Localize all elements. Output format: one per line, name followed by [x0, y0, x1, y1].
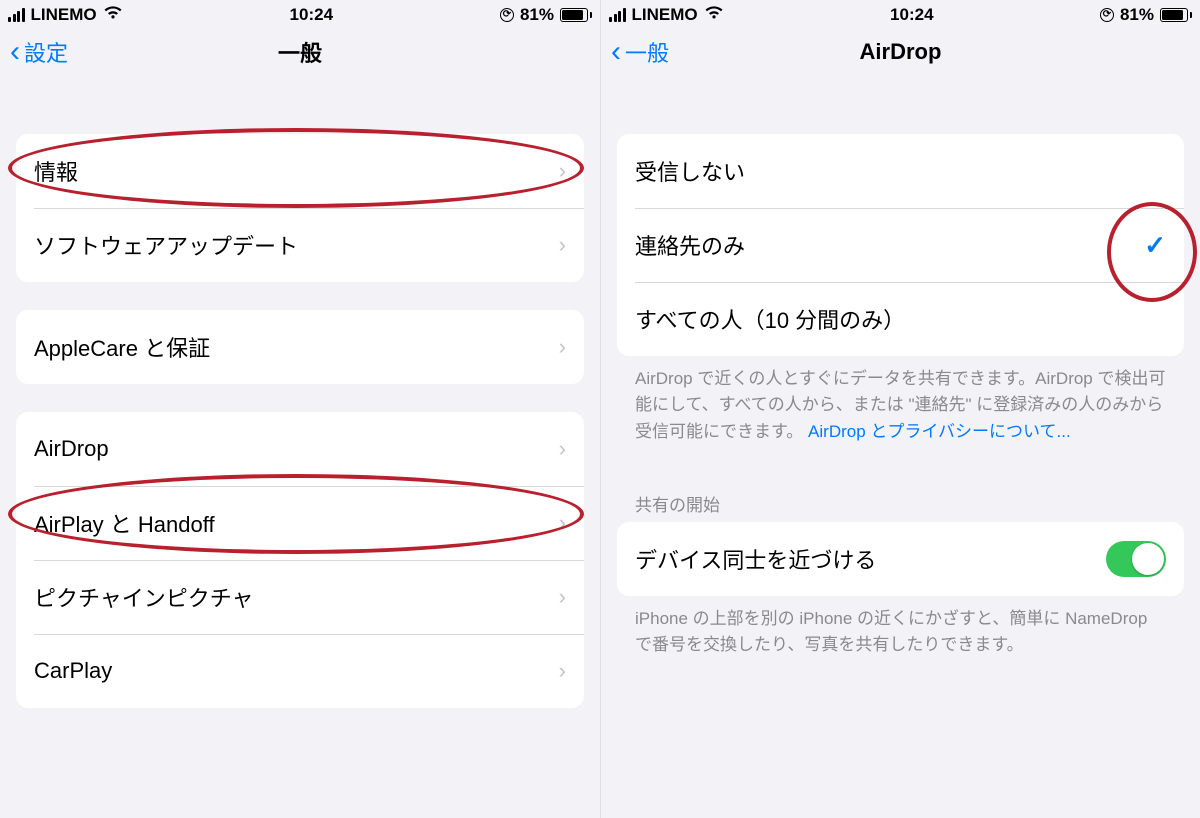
option-contacts-only[interactable]: 連絡先のみ ✓: [617, 208, 1184, 282]
option-label: 連絡先のみ: [635, 229, 1144, 261]
row-about[interactable]: 情報 ›: [16, 134, 584, 208]
cellular-signal-icon: [609, 8, 626, 22]
group-about: 情報 › ソフトウェアアップデート ›: [16, 134, 584, 282]
airdrop-privacy-link[interactable]: AirDrop とプライバシーについて...: [808, 422, 1071, 441]
row-software-update[interactable]: ソフトウェアアップデート ›: [16, 208, 584, 282]
battery-icon: [560, 8, 592, 22]
namedrop-footer: iPhone の上部を別の iPhone の近くにかざすと、簡単に NameDr…: [635, 606, 1166, 659]
row-label: CarPlay: [34, 658, 559, 684]
orientation-lock-icon: ⟳: [1100, 8, 1114, 22]
chevron-right-icon: ›: [559, 658, 566, 684]
pane-airdrop: LINEMO 10:24 ⟳ 81% ‹ 一般 AirDrop: [600, 0, 1200, 818]
carrier-label: LINEMO: [632, 5, 698, 25]
status-bar: LINEMO 10:24 ⟳ 81%: [601, 0, 1200, 28]
battery-percent: 81%: [1120, 5, 1154, 25]
row-bring-devices-together[interactable]: デバイス同士を近づける: [617, 522, 1184, 596]
wifi-icon: [704, 5, 724, 25]
chevron-right-icon: ›: [559, 158, 566, 184]
row-label: ソフトウェアアップデート: [34, 229, 559, 261]
back-button[interactable]: ‹ 設定: [10, 36, 68, 68]
orientation-lock-icon: ⟳: [500, 8, 514, 22]
chevron-right-icon: ›: [559, 436, 566, 462]
option-everyone[interactable]: すべての人（10 分間のみ）: [617, 282, 1184, 356]
row-picture-in-picture[interactable]: ピクチャインピクチャ ›: [16, 560, 584, 634]
row-applecare[interactable]: AppleCare と保証 ›: [16, 310, 584, 384]
row-airplay-handoff[interactable]: AirPlay と Handoff ›: [16, 486, 584, 560]
wifi-icon: [103, 5, 123, 25]
group-airdrop-options: 受信しない 連絡先のみ ✓ すべての人（10 分間のみ）: [617, 134, 1184, 356]
carrier-label: LINEMO: [31, 5, 97, 25]
row-label: デバイス同士を近づける: [635, 543, 1106, 575]
chevron-left-icon: ‹: [611, 37, 621, 67]
row-label: AirDrop: [34, 436, 559, 462]
row-carplay[interactable]: CarPlay ›: [16, 634, 584, 708]
chevron-right-icon: ›: [559, 584, 566, 610]
option-label: 受信しない: [635, 155, 1166, 187]
option-receiving-off[interactable]: 受信しない: [617, 134, 1184, 208]
option-label: すべての人（10 分間のみ）: [635, 303, 1166, 335]
page-title: 一般: [0, 36, 600, 68]
battery-percent: 81%: [520, 5, 554, 25]
back-label: 一般: [625, 36, 669, 68]
row-label: ピクチャインピクチャ: [34, 581, 559, 613]
nav-bar: ‹ 一般 AirDrop: [601, 28, 1200, 84]
row-label: 情報: [34, 155, 559, 187]
cellular-signal-icon: [8, 8, 25, 22]
page-title: AirDrop: [601, 39, 1200, 65]
back-label: 設定: [24, 36, 68, 68]
pane-general: LINEMO 10:24 ⟳ 81% ‹ 設定 一般: [0, 0, 600, 818]
chevron-right-icon: ›: [559, 334, 566, 360]
battery-icon: [1160, 8, 1192, 22]
chevron-right-icon: ›: [559, 232, 566, 258]
group-start-sharing: デバイス同士を近づける: [617, 522, 1184, 596]
section-header: 共有の開始: [635, 491, 1166, 516]
back-button[interactable]: ‹ 一般: [611, 36, 669, 68]
airdrop-footer: AirDrop で近くの人とすぐにデータを共有できます。AirDrop で検出可…: [635, 366, 1166, 445]
chevron-left-icon: ‹: [10, 37, 20, 67]
row-label: AirPlay と Handoff: [34, 507, 559, 539]
checkmark-icon: ✓: [1144, 230, 1166, 261]
group-sharing: AirDrop › AirPlay と Handoff › ピクチャインピクチャ…: [16, 412, 584, 708]
row-label: AppleCare と保証: [34, 331, 559, 363]
toggle-switch[interactable]: [1106, 541, 1166, 577]
clock: 10:24: [724, 5, 1100, 25]
status-bar: LINEMO 10:24 ⟳ 81%: [0, 0, 600, 28]
row-airdrop[interactable]: AirDrop ›: [16, 412, 584, 486]
group-applecare: AppleCare と保証 ›: [16, 310, 584, 384]
nav-bar: ‹ 設定 一般: [0, 28, 600, 84]
clock: 10:24: [123, 5, 500, 25]
chevron-right-icon: ›: [559, 510, 566, 536]
